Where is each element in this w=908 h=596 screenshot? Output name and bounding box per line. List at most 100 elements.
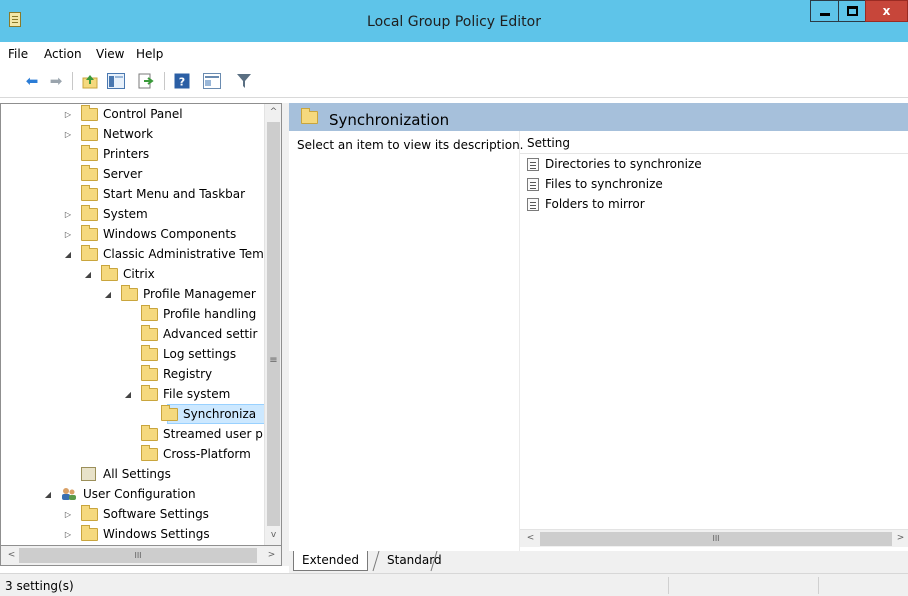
menu-help[interactable]: Help [136, 47, 163, 61]
tree-item-label: Advanced settir [163, 327, 258, 341]
tree-expander-icon[interactable]: ▷ [63, 110, 73, 119]
tree-item-windows-settings[interactable]: ▷ Windows Settings [1, 524, 265, 544]
tree-horizontal-scrollbar[interactable]: < III > [0, 546, 282, 566]
folder-icon [81, 205, 98, 221]
setting-icon [527, 197, 539, 211]
list-horizontal-scrollbar[interactable]: < III > [520, 529, 908, 547]
column-header-setting[interactable]: Setting [520, 133, 908, 154]
tree-item-cross-platform[interactable]: Cross-Platform [1, 444, 265, 464]
tree-item-software-settings[interactable]: ▷ Software Settings [1, 504, 265, 524]
tree-item-label: All Settings [103, 467, 171, 481]
scroll-down-icon[interactable]: v [265, 527, 281, 544]
tree-item-file-system[interactable]: ◢ File system [1, 384, 265, 404]
menu-view[interactable]: View [96, 47, 124, 61]
maximize-button[interactable] [838, 0, 866, 22]
tree-item-label: Cross-Platform [163, 447, 251, 461]
tab-outline [372, 551, 438, 572]
pane-splitter[interactable] [282, 103, 289, 566]
list-item[interactable]: Files to synchronize [527, 174, 663, 194]
tree-item-label: Start Menu and Taskbar [103, 187, 246, 201]
details-pane: Synchronization Select an item to view i… [289, 103, 908, 551]
show-hide-tree-icon[interactable] [106, 71, 126, 91]
tree-item-classic-admin-templates[interactable]: ◢ Classic Administrative Tem [1, 244, 265, 264]
tree-hscroll-thumb[interactable]: III [19, 548, 257, 563]
list-item[interactable]: Folders to mirror [527, 194, 645, 214]
tree-expander-icon[interactable]: ▷ [63, 530, 73, 539]
folder-icon [81, 145, 98, 161]
tree-item-citrix[interactable]: ◢ Citrix [1, 264, 265, 284]
tab-extended[interactable]: Extended [293, 551, 368, 571]
title-bar[interactable]: Local Group Policy Editor x [0, 0, 908, 42]
setting-icon [527, 177, 539, 191]
minimize-icon [820, 13, 830, 16]
scroll-right-icon[interactable]: > [263, 547, 280, 564]
folder-icon [81, 245, 98, 261]
tree-item-registry[interactable]: Registry [1, 364, 265, 384]
tree-vertical-scrollbar[interactable]: ^ ≡ v [264, 104, 281, 545]
menu-bar: File Action View Help [0, 42, 908, 64]
tree-expander-icon[interactable]: ▷ [63, 230, 73, 239]
menu-file[interactable]: File [8, 47, 28, 61]
scroll-left-icon[interactable]: < [3, 547, 20, 564]
scroll-up-icon[interactable]: ^ [265, 104, 281, 121]
tree-item-profile-management[interactable]: ◢ Profile Managemer [1, 284, 265, 304]
tree-expander-icon[interactable]: ▷ [63, 210, 73, 219]
folder-icon [141, 345, 158, 361]
folder-icon [141, 445, 158, 461]
tree-expander-icon[interactable]: ▷ [63, 510, 73, 519]
folder-icon [81, 225, 98, 241]
properties-view-icon[interactable] [202, 71, 222, 91]
tree-scroll-thumb[interactable]: ≡ [267, 122, 280, 526]
toolbar-separator [164, 72, 165, 90]
menu-action[interactable]: Action [44, 47, 82, 61]
tree-item-label: Software Settings [103, 507, 209, 521]
filter-icon[interactable] [234, 71, 254, 91]
scroll-right-icon[interactable]: > [892, 530, 908, 547]
tree-item-label: Classic Administrative Tem [103, 247, 264, 261]
tree-item-network[interactable]: ▷ Network [1, 124, 265, 144]
settings-list[interactable]: Setting Directories to synchronize Files… [519, 131, 908, 551]
tree-item-label: Log settings [163, 347, 237, 361]
tree-item-profile-handling[interactable]: Profile handling [1, 304, 265, 324]
scroll-left-icon[interactable]: < [522, 530, 539, 547]
console-tree[interactable]: ▷ Control Panel ▷ Network Printers Server Star… [0, 103, 282, 546]
tree-expander-icon[interactable]: ◢ [103, 290, 113, 299]
tree-item-system[interactable]: ▷ System [1, 204, 265, 224]
folder-icon [81, 185, 98, 201]
tree-item-server[interactable]: Server [1, 164, 265, 184]
tree-expander-icon[interactable]: ▷ [63, 130, 73, 139]
help-icon[interactable]: ? [172, 71, 192, 91]
setting-label: Files to synchronize [545, 177, 663, 191]
tree-item-label: User Configuration [83, 487, 196, 501]
export-list-icon[interactable] [136, 71, 156, 91]
tree-item-start-menu-taskbar[interactable]: Start Menu and Taskbar [1, 184, 265, 204]
tree-item-log-settings[interactable]: Log settings [1, 344, 265, 364]
tree-item-advanced-settings[interactable]: Advanced settir [1, 324, 265, 344]
list-item[interactable]: Directories to synchronize [527, 154, 702, 174]
tree-expander-icon[interactable]: ◢ [43, 490, 53, 499]
tree-item-control-panel[interactable]: ▷ Control Panel [1, 104, 265, 124]
tree-expander-icon[interactable]: ◢ [83, 270, 93, 279]
minimize-button[interactable] [810, 0, 839, 22]
back-icon[interactable]: ⬅ [22, 71, 42, 91]
tree-expander-icon[interactable]: ◢ [63, 250, 73, 259]
list-hscroll-thumb[interactable]: III [540, 532, 892, 546]
tree-item-windows-components[interactable]: ▷ Windows Components [1, 224, 265, 244]
tree-expander-icon[interactable]: ◢ [123, 390, 133, 399]
tree-item-label: Network [103, 127, 154, 141]
tree-item-label: Control Panel [103, 107, 183, 121]
forward-icon[interactable]: ➡ [46, 71, 66, 91]
tree-item-user-configuration[interactable]: ◢ User Configuration [1, 484, 265, 504]
folder-icon [141, 365, 158, 381]
tree-item-all-settings[interactable]: All Settings [1, 464, 265, 484]
tree-item-label: Profile handling [163, 307, 257, 321]
details-header: Synchronization [289, 103, 908, 131]
tree-item-streamed-user-profiles[interactable]: Streamed user p [1, 424, 265, 444]
up-folder-icon[interactable] [80, 71, 100, 91]
tree-item-synchronization[interactable]: Synchroniza [1, 404, 265, 424]
tree-item-printers[interactable]: Printers [1, 144, 265, 164]
toolbar-separator [72, 72, 73, 90]
folder-icon [141, 425, 158, 441]
close-button[interactable]: x [865, 0, 908, 22]
folder-icon [141, 305, 158, 321]
